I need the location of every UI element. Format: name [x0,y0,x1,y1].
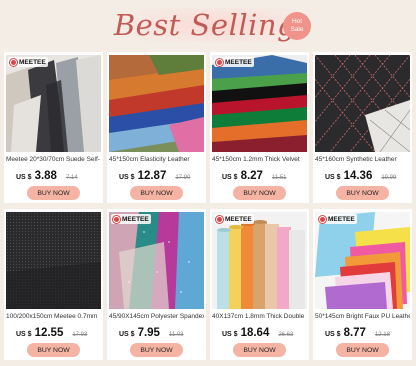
banner-title: Best Selling [113,8,297,42]
currency: US $ [16,331,32,338]
product-image-quilted-leather[interactable] [315,55,410,152]
old-price: 17.93 [72,332,88,338]
product-card[interactable]: 45*150cm Elasticity Leather US $ 12.87 1… [107,52,206,203]
product-image-bright-pu-leather[interactable]: MEETEE [315,212,410,309]
brand-logo-icon [216,215,223,223]
buy-now-button[interactable]: BUY NOW [130,343,183,357]
price: 12.55 [34,327,64,339]
brand-tag: MEETEE [111,214,151,224]
buy-now-button[interactable]: BUY NOW [233,186,286,200]
currency: US $ [119,174,135,181]
buy-now-button[interactable]: BUY NOW [336,343,389,357]
badge-line-1: Hot [291,18,303,25]
buy-now-button[interactable]: BUY NOW [336,186,389,200]
currency: US $ [325,174,341,181]
product-image-glitter-spandex[interactable]: MEETEE [109,212,204,309]
price-row: US $ 7.95 11.03 [119,327,184,339]
price: 7.95 [137,327,160,339]
buy-now-button[interactable]: BUY NOW [27,186,80,200]
product-card[interactable]: 100/200x150cm Meetee 0.7mm US $ 12.55 17… [4,209,103,360]
product-card[interactable]: MEETEE 50*145cm Bright Faux PU Leather U… [313,209,412,360]
product-title[interactable]: 45*150cm Elasticity Leather [109,156,204,163]
brand-name: MEETEE [328,215,355,223]
price-row: US $ 14.36 19.99 [325,170,396,182]
product-image-suede[interactable]: MEETEE [6,55,101,152]
brand-logo-icon [319,215,326,223]
brand-tag: MEETEE [317,214,357,224]
product-image-elastic-leather[interactable] [109,55,204,152]
price-row: US $ 12.55 17.93 [16,327,87,339]
product-title[interactable]: 40X137cm 1.8mm Thick Double [212,313,307,320]
brand-name: MEETEE [225,58,252,66]
hot-sale-badge: Hot Sale [283,12,311,40]
product-card[interactable]: MEETEE 45*150cm 1.2mm Thick Velvet US $ … [210,52,309,203]
brand-name: MEETEE [19,58,46,66]
product-image-velvet[interactable]: MEETEE [212,55,307,152]
product-title[interactable]: Meetee 20*30/70cm Suede Self- [6,156,101,163]
product-card[interactable]: MEETEE 40X137cm 1.8mm Thick Double US $ … [210,209,309,360]
old-price: 17.90 [175,175,191,181]
product-card[interactable]: MEETEE Meetee 20*30/70cm Suede Self- US … [4,52,103,203]
product-grid: MEETEE Meetee 20*30/70cm Suede Self- US … [4,52,412,360]
product-card[interactable]: 45*160cm Synthetic Leather US $ 14.36 19… [313,52,412,203]
product-title[interactable]: 45*150cm 1.2mm Thick Velvet [212,156,307,163]
product-card[interactable]: MEETEE 45/90X145cm Polyester Spandex US … [107,209,206,360]
best-selling-banner: Best Selling Hot Sale [0,0,416,50]
currency: US $ [222,331,238,338]
brand-logo-icon [216,58,223,66]
buy-now-button[interactable]: BUY NOW [130,186,183,200]
brand-name: MEETEE [122,215,149,223]
price-row: US $ 18.64 26.63 [222,327,293,339]
brand-tag: MEETEE [214,57,254,67]
old-price: 12.18 [374,332,390,338]
currency: US $ [222,174,238,181]
product-image-mesh[interactable] [6,212,101,309]
buy-now-button[interactable]: BUY NOW [233,343,286,357]
brand-logo-icon [10,58,17,66]
old-price: 7.14 [65,175,78,181]
price-row: US $ 8.27 11.51 [222,170,287,182]
price: 12.87 [137,170,167,182]
product-title[interactable]: 45/90X145cm Polyester Spandex [109,313,204,320]
product-title[interactable]: 100/200x150cm Meetee 0.7mm [6,313,101,320]
price: 14.36 [343,170,373,182]
product-title[interactable]: 50*145cm Bright Faux PU Leather [315,313,410,320]
brand-logo-icon [113,215,120,223]
old-price: 26.63 [278,332,294,338]
brand-tag: MEETEE [8,57,48,67]
price-row: US $ 8.77 12.18 [325,327,390,339]
badge-line-2: Sale [290,26,304,33]
price: 8.27 [240,170,263,182]
brand-name: MEETEE [225,215,252,223]
brand-tag: MEETEE [214,214,254,224]
currency: US $ [119,331,135,338]
price: 18.64 [240,327,270,339]
currency: US $ [325,331,341,338]
price: 8.77 [343,327,366,339]
price: 3.88 [34,170,57,182]
product-title[interactable]: 45*160cm Synthetic Leather [315,156,410,163]
price-row: US $ 3.88 7.14 [16,170,78,182]
old-price: 11.03 [168,332,184,338]
price-row: US $ 12.87 17.90 [119,170,190,182]
product-image-double-leather[interactable]: MEETEE [212,212,307,309]
buy-now-button[interactable]: BUY NOW [27,343,80,357]
currency: US $ [16,174,32,181]
old-price: 19.99 [381,175,397,181]
old-price: 11.51 [271,175,287,181]
